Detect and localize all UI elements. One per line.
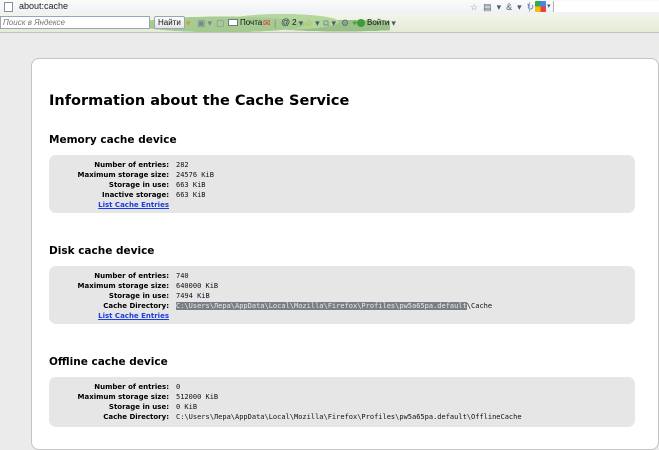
chevron-down-icon[interactable]: ▾ (497, 1, 502, 13)
offline-cache-box: Number of entries: 0 Maximum storage siz… (49, 377, 635, 427)
page-title: Information about the Cache Service (49, 93, 350, 109)
info-value: 663 KiB (176, 191, 206, 199)
login-button[interactable]: Войти ▾ (357, 16, 396, 29)
mentions-count: 2 (292, 18, 297, 27)
cache-directory-value[interactable]: C:\Users\Лера\AppData\Local\Mozilla\Fire… (176, 301, 492, 311)
info-row: Inactive storage: 663 KiB (49, 190, 635, 200)
info-label: Storage in use: (108, 181, 169, 189)
info-row: Storage in use: 0 KiB (49, 402, 635, 412)
dropdown-icon: ▾ (186, 17, 191, 28)
info-row: Number of entries: 0 (49, 382, 635, 392)
dropdown-icon: ▾ (207, 17, 213, 28)
mentions-button[interactable]: @ 2 ▾ (281, 16, 303, 29)
favorites-button[interactable]: ☆ ▾ (305, 16, 320, 29)
directory-suffix: \Cache (466, 302, 493, 310)
info-label: Number of entries: (94, 383, 169, 391)
info-value: 663 KiB (176, 181, 206, 189)
page-icon (4, 2, 13, 12)
info-label: Storage in use: (108, 403, 169, 411)
info-row: Storage in use: 663 KiB (49, 180, 635, 190)
star-icon: ☆ (305, 17, 314, 28)
yandex-search-input[interactable] (3, 17, 143, 28)
memory-cache-box: Number of entries: 282 Maximum storage s… (49, 155, 635, 213)
list-cache-entries-link[interactable]: List Cache Entries (98, 311, 169, 321)
info-value: 0 KiB (176, 403, 198, 411)
translate-icon: ⧉ (323, 17, 330, 28)
divider: | (274, 17, 277, 28)
dropdown-icon: ▾ (391, 17, 396, 28)
info-row: Storage in use: 7494 KiB (49, 291, 635, 301)
at-icon: @ (281, 17, 291, 27)
web-search-input[interactable] (553, 1, 659, 12)
dropdown-icon[interactable]: ▾ (517, 1, 522, 13)
info-label: Maximum storage size: (77, 393, 170, 401)
gear-icon: ⚙ (341, 17, 350, 28)
memory-cache-title: Memory cache device (49, 134, 177, 146)
info-row: Number of entries: 282 (49, 160, 635, 170)
dropdown-icon: ▾ (331, 17, 336, 28)
divider (529, 2, 532, 12)
info-value: 7494 KiB (176, 292, 210, 300)
info-value: 24576 KiB (176, 171, 214, 179)
info-row: Cache Directory: C:\Users\Лера\AppData\L… (49, 301, 635, 311)
info-label: Number of entries: (94, 272, 169, 280)
info-label: Cache Directory: (103, 302, 169, 310)
yandex-toolbar: Найти ▾ ▣▾ ▢ Почта ✉ | @ 2 ▾ ☆▾ ⧉▾ ⚙ ✦ В… (0, 14, 659, 33)
login-label: Войти (367, 18, 390, 27)
login-icon (357, 18, 365, 27)
info-value: 740 (176, 272, 189, 280)
find-button[interactable]: Найти (154, 16, 185, 29)
url-text[interactable]: about:cache (19, 1, 68, 11)
info-value: C:\Users\Лера\AppData\Local\Mozilla\Fire… (176, 413, 522, 421)
info-label: Number of entries: (94, 161, 169, 169)
translate-button[interactable]: ⧉ ▾ (323, 16, 336, 29)
info-label: Maximum storage size: (77, 282, 170, 290)
info-label: Storage in use: (108, 292, 169, 300)
toolbar-icon-b[interactable]: ▣ ▾ (197, 16, 212, 29)
list-cache-entries-link[interactable]: List Cache Entries (98, 200, 169, 210)
info-row: Maximum storage size: 24576 KiB (49, 170, 635, 180)
app-icon: ▣ (197, 17, 206, 28)
dropdown-icon: ▾ (315, 17, 320, 28)
gmail-icon: ✉ (263, 17, 271, 28)
settings-button[interactable]: ⚙ (341, 16, 349, 29)
info-label: Maximum storage size: (77, 171, 170, 179)
info-value: 640000 KiB (176, 282, 219, 290)
info-label: Inactive storage: (101, 191, 169, 199)
info-row: Number of entries: 740 (49, 271, 635, 281)
mail-icon (228, 19, 238, 26)
yandex-search-field[interactable] (0, 16, 150, 29)
disk-cache-box: Number of entries: 740 Maximum storage s… (49, 266, 635, 324)
rss-icon[interactable]: ▤ (483, 1, 492, 13)
info-row: Maximum storage size: 640000 KiB (49, 281, 635, 291)
cache-info-page: Information about the Cache Service Memo… (31, 58, 659, 450)
bookmark-star-icon[interactable]: ☆ (470, 1, 478, 13)
ampersand-icon[interactable]: & (506, 1, 512, 13)
google-search-engine-icon[interactable] (535, 1, 546, 12)
search-engine-dropdown-icon[interactable]: ▾ (547, 2, 551, 10)
window-icon: ▢ (216, 17, 225, 28)
toolbar-icon-a[interactable]: ▾ (186, 16, 191, 29)
info-value: 282 (176, 161, 189, 169)
address-bar[interactable]: about:cache ☆ ▤ ▾ & ▾ ↻ ✕ ▾ (0, 0, 659, 15)
selected-text: C:\Users\Лера\AppData\Local\Mozilla\Fire… (176, 302, 467, 310)
toolbar-separator: | (274, 16, 276, 29)
info-value: 512000 KiB (176, 393, 219, 401)
info-row: Maximum storage size: 512000 KiB (49, 392, 635, 402)
mail-label: Почта (240, 18, 263, 27)
info-label: Cache Directory: (103, 413, 169, 421)
toolbar-icon-c[interactable]: ▢ (216, 16, 225, 29)
mail-button[interactable]: Почта (228, 16, 262, 29)
offline-cache-title: Offline cache device (49, 356, 168, 368)
info-row: Cache Directory: C:\Users\Лера\AppData\L… (49, 412, 635, 422)
dropdown-icon: ▾ (298, 17, 304, 28)
gmail-button[interactable]: ✉ (263, 16, 271, 29)
disk-cache-title: Disk cache device (49, 245, 155, 257)
info-value: 0 (176, 383, 181, 391)
